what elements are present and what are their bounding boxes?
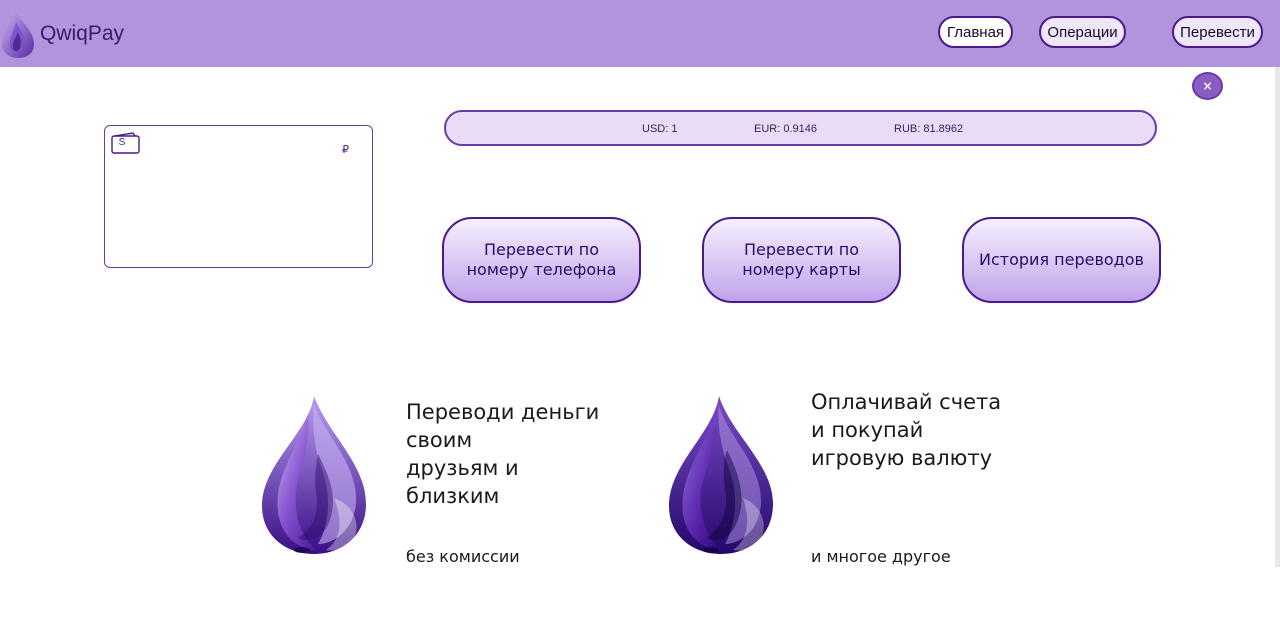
rate-eur: EUR: 0.9146 bbox=[754, 123, 817, 135]
exchange-rates-bar: USD: 1 EUR: 0.9146 RUB: 81.8962 bbox=[444, 110, 1157, 146]
balance-card: S ₽ bbox=[104, 125, 373, 268]
promo-title-payments: Оплачивай счета и покупай игровую валюту bbox=[811, 390, 1002, 470]
scrollbar[interactable] bbox=[1275, 67, 1280, 567]
qwiqpay-logo-icon bbox=[2, 10, 34, 58]
nav-home-button[interactable]: Главная bbox=[938, 16, 1013, 48]
promo-title-friends: Переводи деньги своим друзьям и близким bbox=[406, 400, 600, 508]
promo-subtitle-no-fee: без комиссии bbox=[406, 547, 520, 566]
currency-symbol: ₽ bbox=[342, 143, 349, 156]
promo-subtitle-more: и многое другое bbox=[811, 547, 951, 566]
nav-operations-button[interactable]: Операции bbox=[1039, 16, 1126, 48]
rate-rub: RUB: 81.8962 bbox=[894, 123, 964, 135]
transfer-history-button[interactable]: История переводов bbox=[962, 217, 1161, 303]
top-bar: QwiqPay Главная Операции Перевести bbox=[0, 0, 1280, 67]
logo[interactable]: QwiqPay bbox=[0, 8, 124, 58]
flame-drop-image bbox=[262, 396, 366, 554]
rate-usd: USD: 1 bbox=[642, 123, 678, 135]
close-button[interactable]: × bbox=[1192, 72, 1223, 100]
transfer-by-phone-button[interactable]: Перевести по номеру телефона bbox=[442, 217, 641, 303]
app-name: QwiqPay bbox=[40, 22, 125, 45]
nav-transfer-button[interactable]: Перевести bbox=[1172, 16, 1263, 48]
page: QwiqPay Главная Операции Перевести × S ₽… bbox=[0, 0, 1280, 636]
wallet-symbol: S bbox=[118, 137, 126, 148]
transfer-by-card-button[interactable]: Перевести по номеру карты bbox=[702, 217, 901, 303]
flame-drop-image bbox=[669, 396, 773, 554]
